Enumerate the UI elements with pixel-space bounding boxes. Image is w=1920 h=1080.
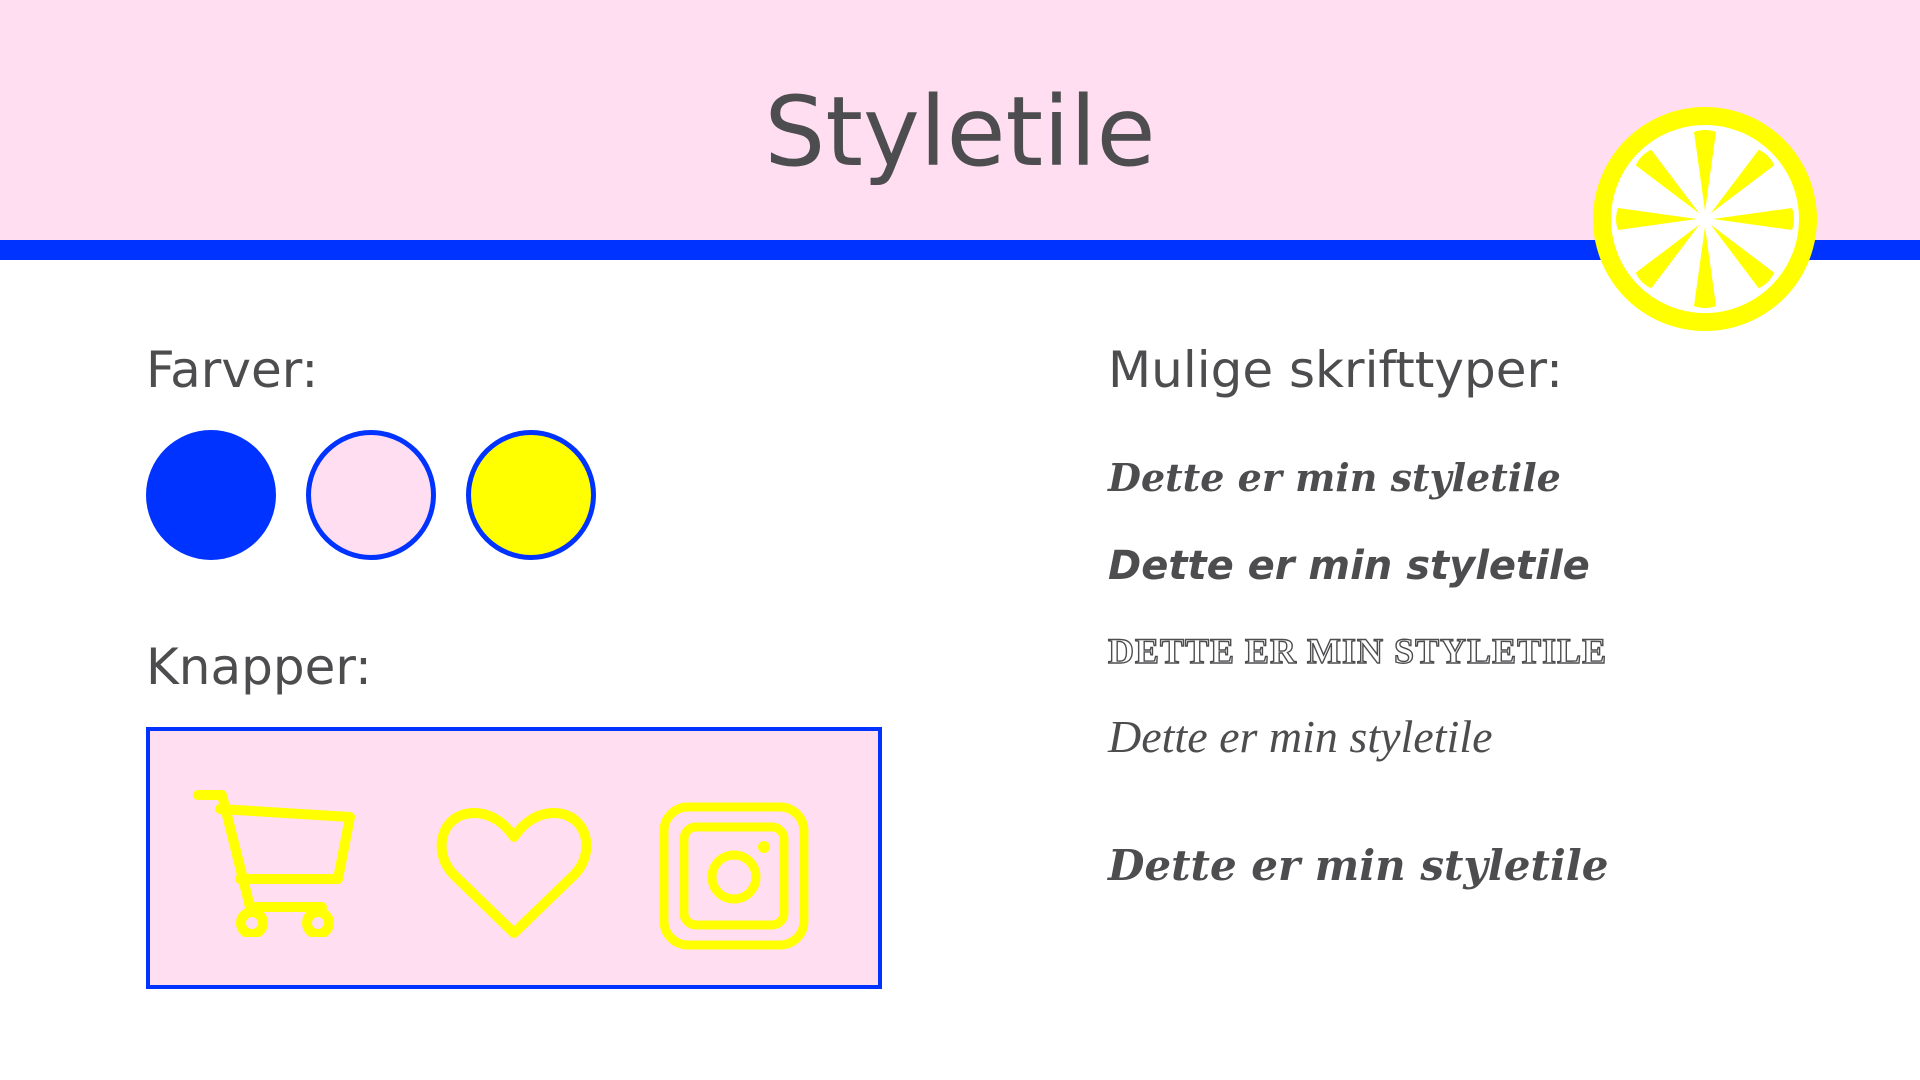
button-panel xyxy=(146,727,882,989)
lemon-slice-icon xyxy=(1593,107,1817,331)
buttons-heading: Knapper: xyxy=(146,638,372,696)
swatch-blue xyxy=(146,430,276,560)
swatch-pink xyxy=(306,430,436,560)
heart-icon[interactable] xyxy=(434,805,594,941)
font-sample-5: Dette er min styletile xyxy=(1108,841,1609,890)
colors-heading: Farver: xyxy=(146,341,319,399)
font-sample-3: DETTE ER MIN STYLETILE xyxy=(1107,630,1608,671)
swatch-yellow xyxy=(466,430,596,560)
font-sample-2: Dette er min styletile xyxy=(1108,543,1590,589)
font-sample-4: Dette er min styletile xyxy=(1108,711,1493,762)
shopping-cart-icon[interactable] xyxy=(192,787,362,937)
font-sample-1: Dette er min styletile xyxy=(1108,455,1561,500)
instagram-icon[interactable] xyxy=(658,801,810,951)
fonts-heading: Mulige skrifttyper: xyxy=(1108,341,1564,399)
